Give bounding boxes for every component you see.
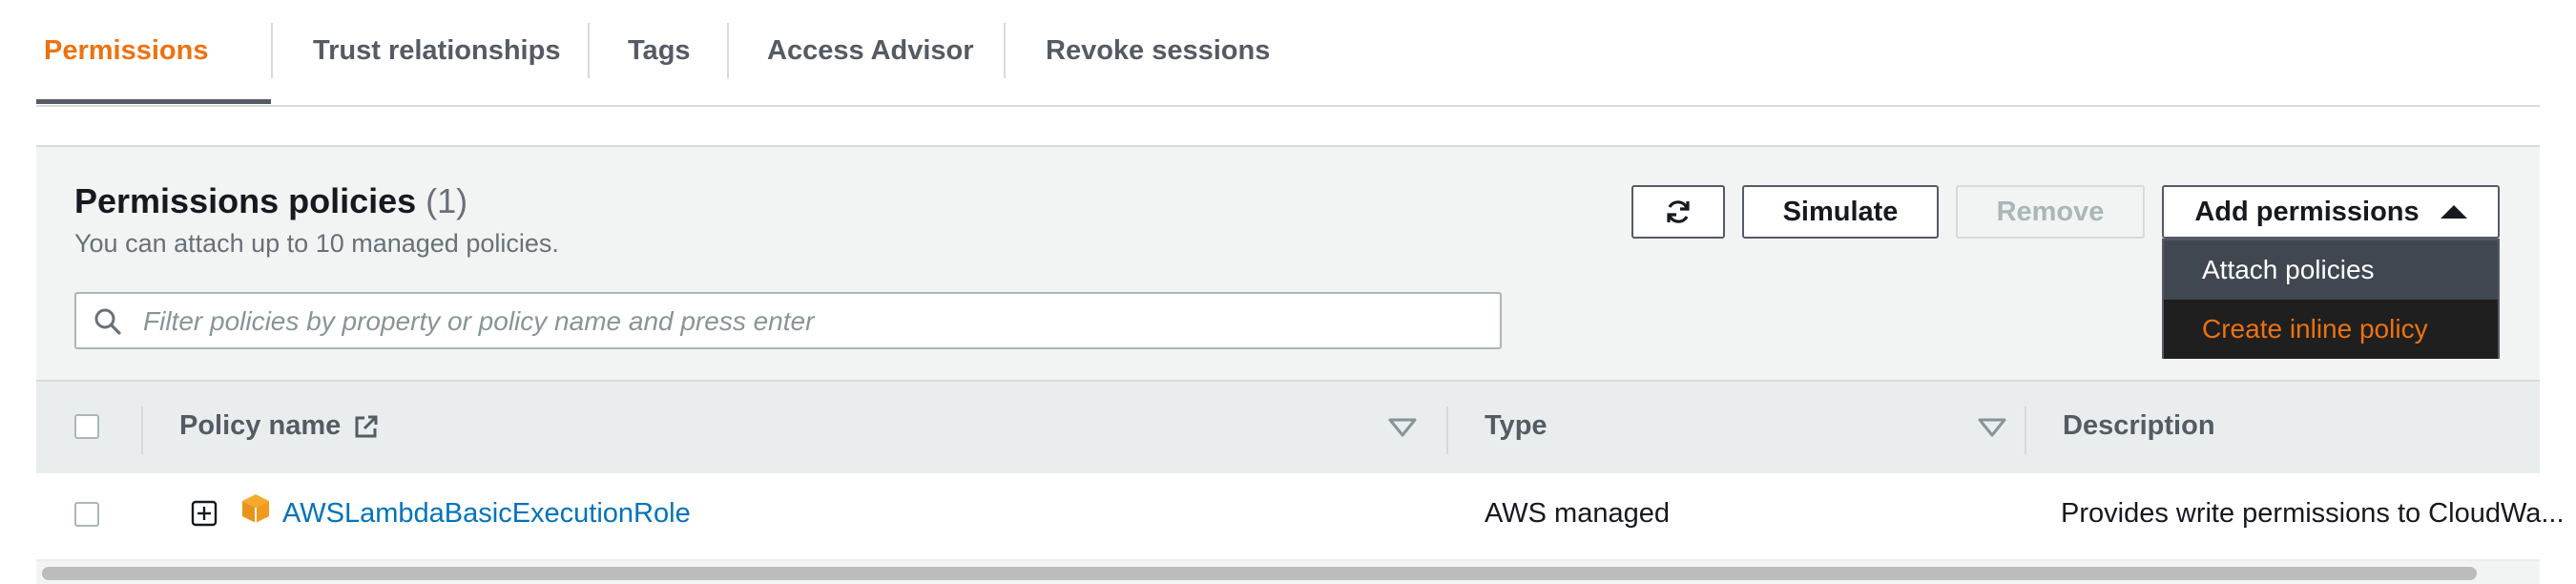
column-header-policy-name[interactable]: Policy name bbox=[179, 410, 381, 442]
search-icon bbox=[94, 308, 121, 335]
search-input[interactable] bbox=[141, 300, 1481, 344]
expand-icon[interactable] bbox=[191, 500, 218, 527]
table-row: AWSLambdaBasicExecutionRole AWS managed … bbox=[36, 473, 2565, 561]
tab-divider bbox=[1004, 23, 1006, 78]
panel-title: Permissions policies (1) bbox=[74, 181, 467, 221]
horizontal-scrollbar[interactable] bbox=[36, 561, 2540, 584]
tab-trust-relationships[interactable]: Trust relationships bbox=[313, 21, 560, 80]
column-header-description[interactable]: Description bbox=[2063, 410, 2215, 442]
tab-divider bbox=[727, 23, 729, 78]
policy-filter bbox=[74, 292, 1502, 349]
tab-tags[interactable]: Tags bbox=[628, 21, 691, 80]
tab-permissions[interactable]: Permissions bbox=[44, 21, 208, 80]
remove-button[interactable]: Remove bbox=[1956, 185, 2145, 239]
menu-item-create-inline-policy[interactable]: Create inline policy bbox=[2164, 300, 2498, 359]
external-link-icon bbox=[355, 415, 378, 437]
sort-icon[interactable] bbox=[1977, 416, 2007, 439]
panel-title-text: Permissions policies bbox=[74, 181, 417, 220]
add-permissions-menu: Attach policies Create inline policy bbox=[2162, 239, 2500, 359]
tab-divider bbox=[271, 23, 273, 78]
tab-access-advisor[interactable]: Access Advisor bbox=[767, 21, 974, 80]
policy-description: Provides write permissions to CloudWa... bbox=[2061, 498, 2565, 529]
policy-count: (1) bbox=[426, 181, 468, 220]
add-permissions-button[interactable]: Add permissions bbox=[2162, 185, 2500, 239]
policy-cube-icon bbox=[242, 494, 269, 523]
select-all-checkbox[interactable] bbox=[74, 414, 99, 439]
column-divider bbox=[141, 407, 143, 454]
column-header-type[interactable]: Type bbox=[1485, 410, 1548, 442]
tab-bar: Permissions Trust relationships Tags Acc… bbox=[36, 0, 2540, 107]
column-divider bbox=[2025, 407, 2026, 454]
scrollbar-thumb[interactable] bbox=[42, 567, 2477, 580]
policy-name-link[interactable]: AWSLambdaBasicExecutionRole bbox=[282, 498, 691, 530]
active-tab-indicator bbox=[36, 99, 271, 104]
caret-up-icon bbox=[2440, 205, 2467, 219]
add-permissions-label: Add permissions bbox=[2194, 196, 2420, 227]
policy-type: AWS managed bbox=[1485, 498, 1670, 529]
table-header: Policy name Type Description bbox=[36, 380, 2540, 477]
row-checkbox[interactable] bbox=[74, 502, 99, 527]
refresh-icon bbox=[1667, 200, 1690, 223]
panel-subtitle: You can attach up to 10 managed policies… bbox=[74, 229, 559, 258]
simulate-button[interactable]: Simulate bbox=[1742, 185, 1939, 239]
column-divider bbox=[1446, 407, 1448, 454]
tab-divider bbox=[588, 23, 590, 78]
sort-icon[interactable] bbox=[1387, 416, 1418, 439]
policy-name-header-label: Policy name bbox=[179, 410, 342, 441]
menu-item-attach-policies[interactable]: Attach policies bbox=[2164, 240, 2498, 300]
refresh-button[interactable] bbox=[1631, 185, 1725, 239]
permissions-policies-panel: Permissions policies (1) You can attach … bbox=[36, 145, 2565, 584]
tab-revoke-sessions[interactable]: Revoke sessions bbox=[1046, 21, 1270, 80]
